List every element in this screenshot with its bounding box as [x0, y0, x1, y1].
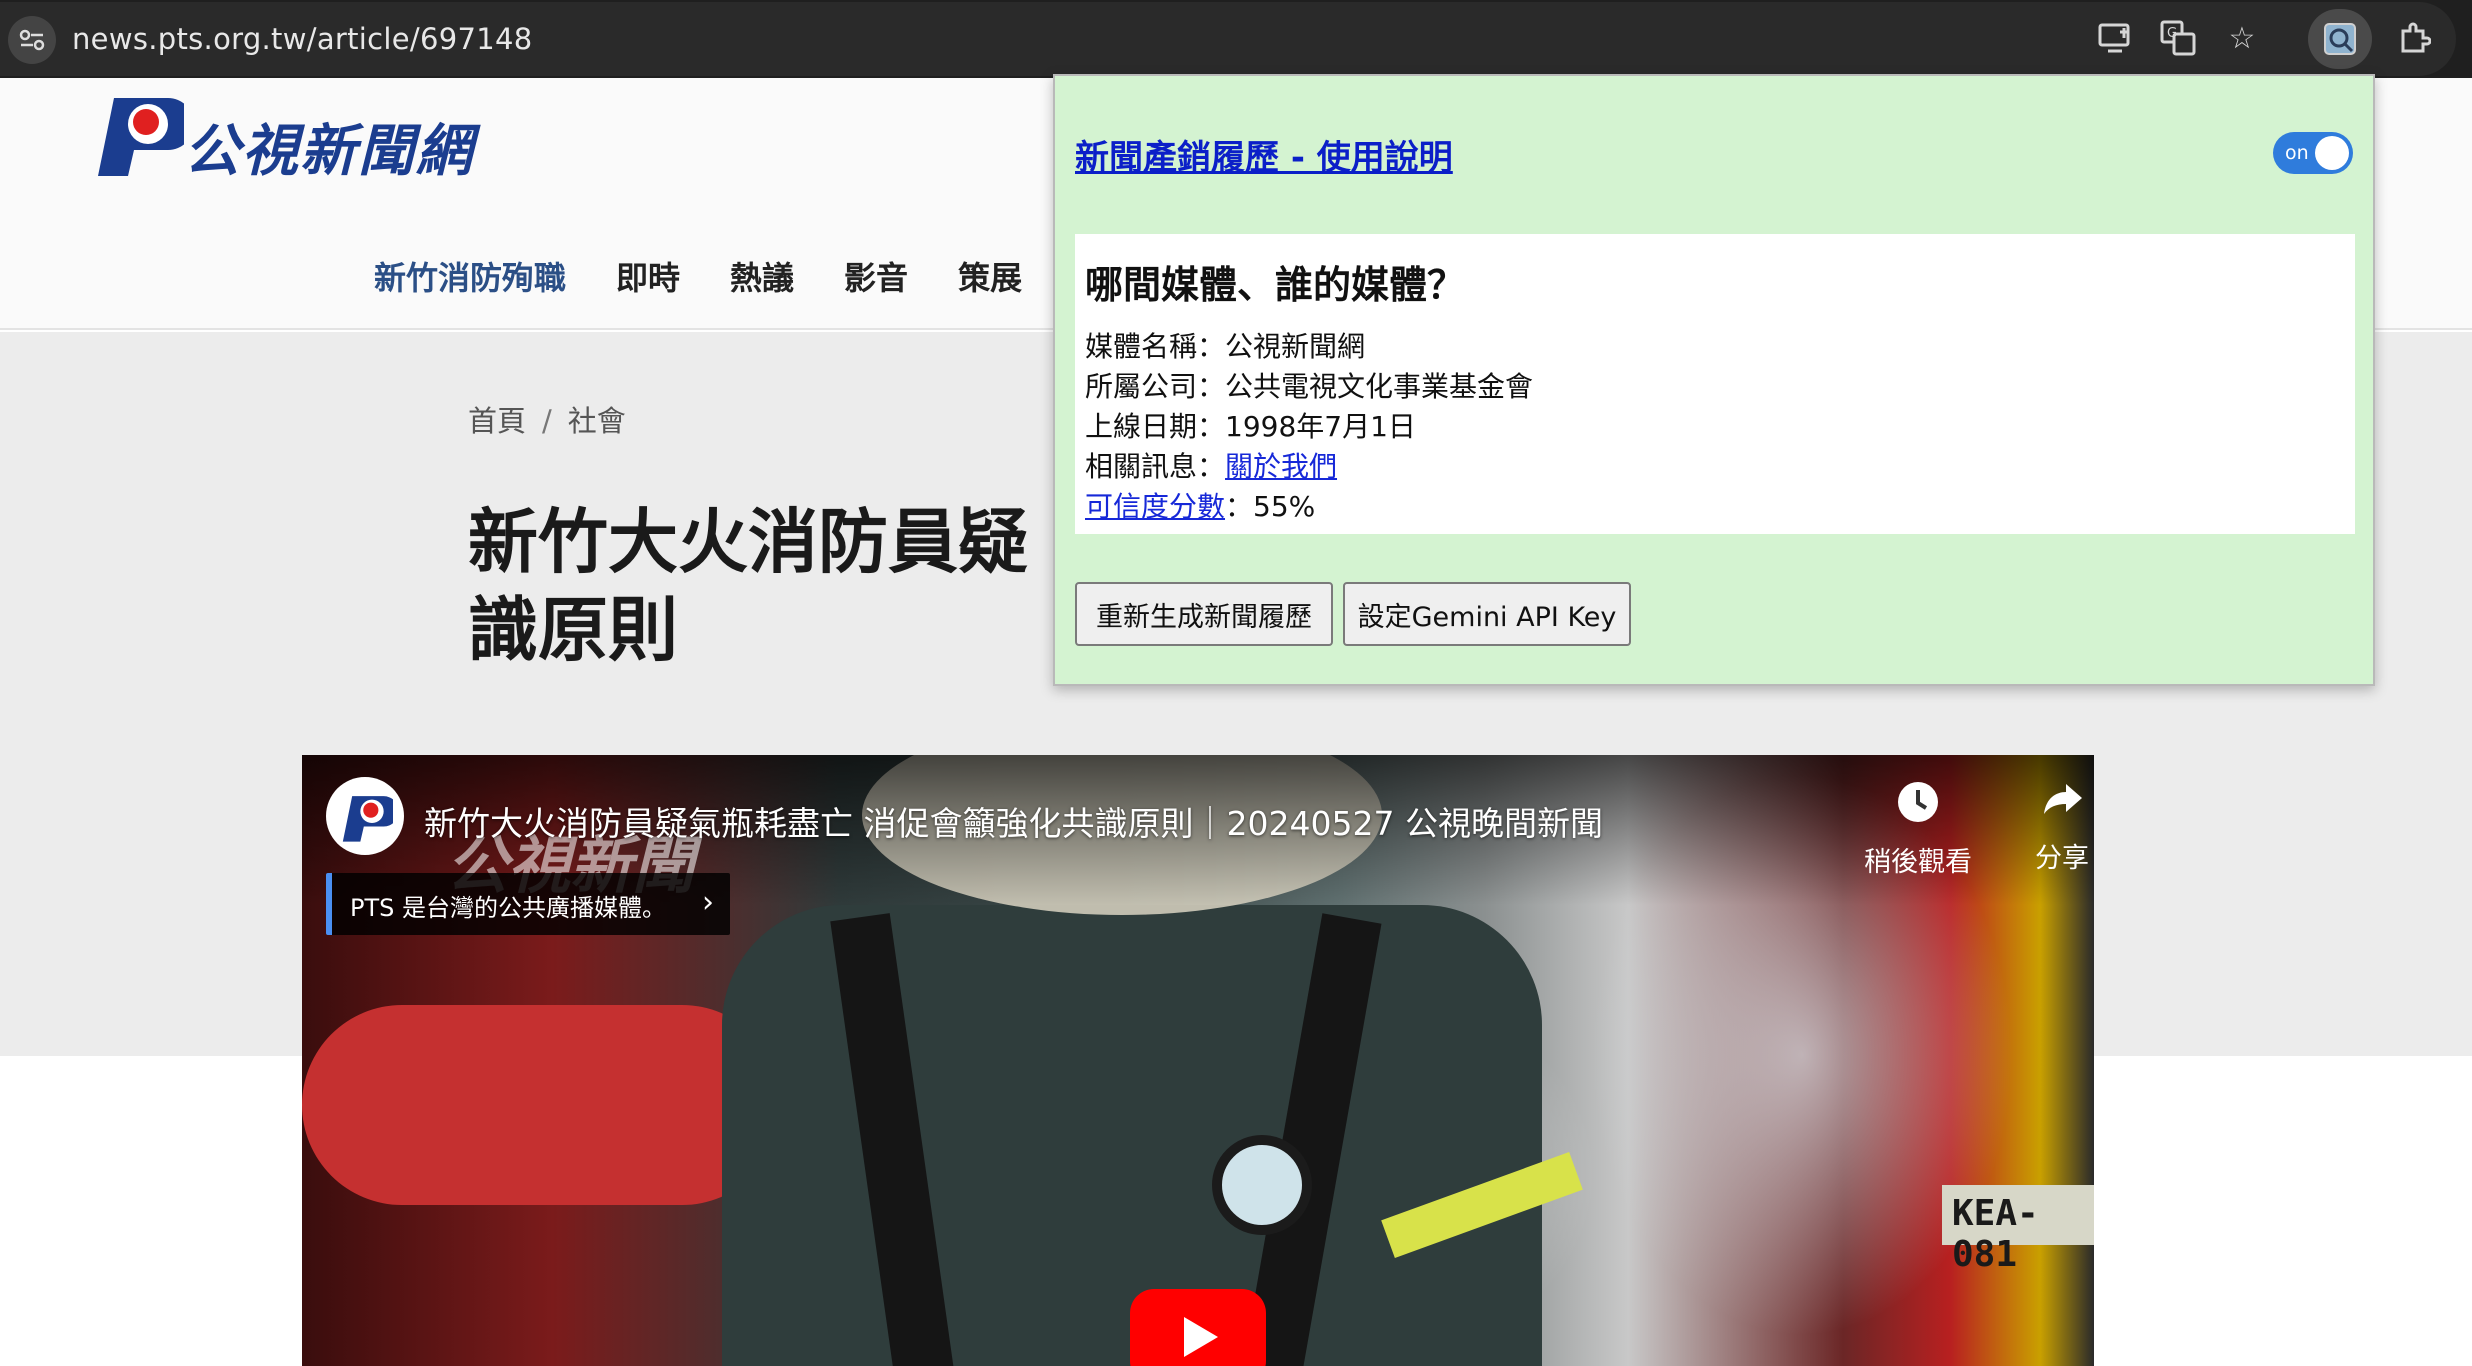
url-text[interactable]: news.pts.org.tw/article/697148: [72, 22, 532, 56]
watch-later-label: 稍後觀看: [1864, 847, 1972, 878]
bookmark-star-icon[interactable]: ☆: [2222, 18, 2262, 58]
about-us-link[interactable]: 關於我們: [1225, 450, 1337, 483]
video-title[interactable]: 新竹大火消防員疑氣瓶耗盡亡 消促會籲強化共識原則｜20240527 公視晚間新聞: [424, 797, 1603, 845]
related-info-row: 相關訊息：關於我們: [1085, 447, 2345, 487]
toggle-label: on: [2285, 142, 2309, 164]
pts-logo-icon: [342, 796, 393, 842]
set-api-key-button[interactable]: 設定Gemini API Key: [1343, 582, 1631, 646]
launch-date-row: 上線日期：1998年7月1日: [1085, 407, 2345, 447]
extension-toggle[interactable]: on: [2273, 132, 2353, 174]
media-name-value: 公視新聞網: [1225, 330, 1366, 363]
watch-later-button[interactable]: 稍後觀看: [1858, 780, 1978, 879]
company-label: 所屬公司：: [1085, 370, 1226, 403]
media-name-label: 媒體名稱：: [1085, 330, 1226, 363]
clock-icon: [1858, 780, 1978, 836]
nav-item-curation[interactable]: 策展: [958, 253, 1022, 299]
play-icon: [1184, 1317, 1218, 1357]
credibility-score-value: 55%: [1253, 490, 1316, 523]
media-info-heading: 哪間媒體、誰的媒體？: [1085, 263, 1466, 307]
nav-item-hot[interactable]: 熱議: [730, 253, 794, 299]
share-button[interactable]: 分享: [2002, 780, 2094, 875]
extensions-puzzle-icon[interactable]: [2394, 18, 2434, 58]
media-name-row: 媒體名稱：公視新聞網: [1085, 327, 2345, 367]
nav-item-live[interactable]: 即時: [616, 253, 680, 299]
logo-text: 公視新聞網: [184, 119, 474, 184]
breadcrumb-separator: /: [542, 404, 552, 438]
share-label: 分享: [2035, 843, 2089, 874]
play-button[interactable]: [1130, 1289, 1266, 1366]
media-info-card: 哪間媒體、誰的媒體？ 媒體名稱：公視新聞網 所屬公司：公共電視文化事業基金會 上…: [1075, 234, 2355, 534]
site-info-icon[interactable]: [8, 16, 56, 64]
info-card[interactable]: PTS 是台灣的公共廣播媒體。 ›: [326, 873, 730, 935]
company-row: 所屬公司：公共電視文化事業基金會: [1085, 367, 2345, 407]
breadcrumb: 首頁 / 社會: [468, 398, 626, 440]
chevron-right-icon: ›: [702, 885, 714, 920]
news-provenance-extension-popup: 新聞產銷履歷 - 使用說明 on 哪間媒體、誰的媒體？ 媒體名稱：公視新聞網 所…: [1053, 74, 2375, 686]
info-card-text: PTS 是台灣的公共廣播媒體。: [350, 894, 666, 922]
install-app-icon[interactable]: [2096, 18, 2136, 58]
pts-logo-icon: [98, 98, 194, 176]
credibility-score-link[interactable]: 可信度分數: [1085, 490, 1225, 523]
regenerate-button[interactable]: 重新生成新聞履歷: [1075, 582, 1333, 646]
browser-toolbar: news.pts.org.tw/article/697148 G ☆: [0, 0, 2472, 78]
toggle-knob: [2315, 136, 2349, 170]
breadcrumb-home[interactable]: 首頁: [468, 404, 526, 438]
extension-active-icon[interactable]: [2308, 9, 2372, 69]
video-scene-boat: [302, 1005, 782, 1205]
launch-date-label: 上線日期：: [1085, 410, 1226, 443]
video-scene-license-plate: KEA-081: [1942, 1185, 2094, 1275]
video-scene-gauge: [1212, 1135, 1312, 1235]
main-nav: 新竹消防殉職 即時 熱議 影音 策展: [374, 253, 1072, 299]
credibility-separator: ：: [1225, 490, 1254, 523]
address-bar[interactable]: news.pts.org.tw/article/697148: [0, 2, 2456, 76]
launch-date-value: 1998年7月1日: [1225, 410, 1416, 443]
credibility-row: 可信度分數：55%: [1085, 487, 2345, 527]
breadcrumb-section[interactable]: 社會: [568, 404, 626, 438]
translate-icon[interactable]: G: [2158, 18, 2198, 58]
nav-item-video[interactable]: 影音: [844, 253, 908, 299]
nav-item-hsinchu-firefighter[interactable]: 新竹消防殉職: [374, 253, 566, 299]
channel-avatar[interactable]: [326, 777, 404, 855]
company-value: 公共電視文化事業基金會: [1225, 370, 1534, 403]
svg-text:G: G: [2167, 26, 2177, 41]
youtube-video-player[interactable]: KEA-081 公視新聞 新竹大火消防員疑氣瓶耗盡亡 消促會籲強化共識原則｜20…: [302, 755, 2094, 1366]
share-arrow-icon: [2002, 780, 2094, 832]
site-logo[interactable]: 公視新聞網: [88, 86, 508, 184]
help-link[interactable]: 新聞產銷履歷 - 使用說明: [1075, 130, 1453, 179]
related-info-label: 相關訊息：: [1085, 450, 1226, 483]
